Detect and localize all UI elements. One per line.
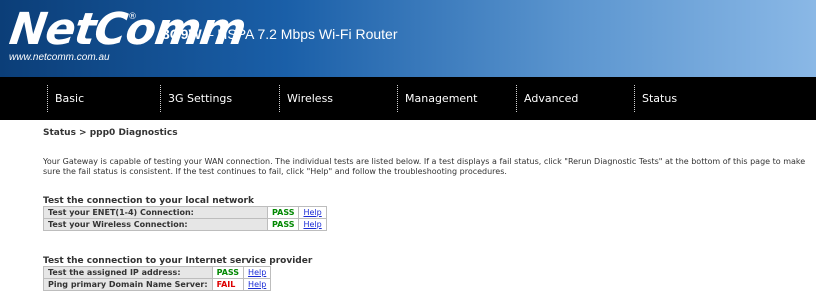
table-row: Test your Wireless Connection: PASS Help bbox=[43, 218, 327, 231]
page-description: Your Gateway is capable of testing your … bbox=[43, 157, 806, 176]
test-label: Ping primary Domain Name Server: bbox=[43, 278, 213, 291]
logo-url: www.netcomm.com.au bbox=[9, 52, 110, 63]
nav-item-basic[interactable]: Basic bbox=[47, 77, 84, 120]
isp-tests-table: Test the assigned IP address: PASS Help … bbox=[43, 266, 272, 291]
test-label: Test your Wireless Connection: bbox=[43, 218, 268, 231]
breadcrumb: Status > ppp0 Diagnostics bbox=[43, 128, 178, 138]
help-cell: Help bbox=[298, 218, 327, 231]
help-link[interactable]: Help bbox=[248, 280, 266, 289]
registered-mark-icon: ® bbox=[128, 12, 137, 22]
local-network-tests-table: Test your ENET(1-4) Connection: PASS Hel… bbox=[43, 206, 327, 231]
help-cell: Help bbox=[243, 266, 272, 279]
nav-item-label: Management bbox=[405, 92, 478, 105]
nav-item-3g-settings[interactable]: 3G Settings bbox=[160, 77, 232, 120]
help-cell: Help bbox=[243, 278, 272, 291]
nav-item-label: 3G Settings bbox=[168, 92, 233, 105]
help-link[interactable]: Help bbox=[303, 208, 321, 217]
nav-separator bbox=[634, 85, 635, 112]
nav-item-status[interactable]: Status bbox=[634, 77, 677, 120]
table-row: Ping primary Domain Name Server: FAIL He… bbox=[43, 278, 272, 291]
help-link[interactable]: Help bbox=[303, 220, 321, 229]
product-model: 3G9W bbox=[162, 26, 202, 42]
product-title: 3G9W – HSPA 7.2 Mbps Wi-Fi Router bbox=[162, 26, 398, 42]
nav-item-label: Basic bbox=[55, 92, 85, 105]
status-badge: PASS bbox=[211, 266, 245, 279]
section-title-isp: Test the connection to your Internet ser… bbox=[43, 256, 313, 266]
help-link[interactable]: Help bbox=[248, 268, 266, 277]
nav-separator bbox=[47, 85, 48, 112]
status-badge: PASS bbox=[266, 218, 300, 231]
test-label: Test your ENET(1-4) Connection: bbox=[43, 206, 268, 219]
help-cell: Help bbox=[298, 206, 327, 219]
nav-item-advanced[interactable]: Advanced bbox=[516, 77, 578, 120]
nav-item-label: Advanced bbox=[524, 92, 579, 105]
section-title-local-network: Test the connection to your local networ… bbox=[43, 196, 254, 206]
table-row: Test your ENET(1-4) Connection: PASS Hel… bbox=[43, 206, 327, 219]
nav-item-label: Status bbox=[642, 92, 678, 105]
status-badge: PASS bbox=[266, 206, 300, 219]
status-badge: FAIL bbox=[211, 278, 245, 291]
nav-separator bbox=[397, 85, 398, 112]
nav-item-label: Wireless bbox=[287, 92, 334, 105]
nav-item-management[interactable]: Management bbox=[397, 77, 477, 120]
table-row: Test the assigned IP address: PASS Help bbox=[43, 266, 272, 279]
main-nav: Basic 3G Settings Wireless Management Ad… bbox=[0, 77, 816, 120]
product-description: – HSPA 7.2 Mbps Wi-Fi Router bbox=[201, 26, 398, 42]
nav-separator bbox=[160, 85, 161, 112]
header-banner: NetComm ® www.netcomm.com.au 3G9W – HSPA… bbox=[0, 0, 816, 77]
test-label: Test the assigned IP address: bbox=[43, 266, 213, 279]
nav-separator bbox=[516, 85, 517, 112]
nav-item-wireless[interactable]: Wireless bbox=[279, 77, 333, 120]
nav-separator bbox=[279, 85, 280, 112]
